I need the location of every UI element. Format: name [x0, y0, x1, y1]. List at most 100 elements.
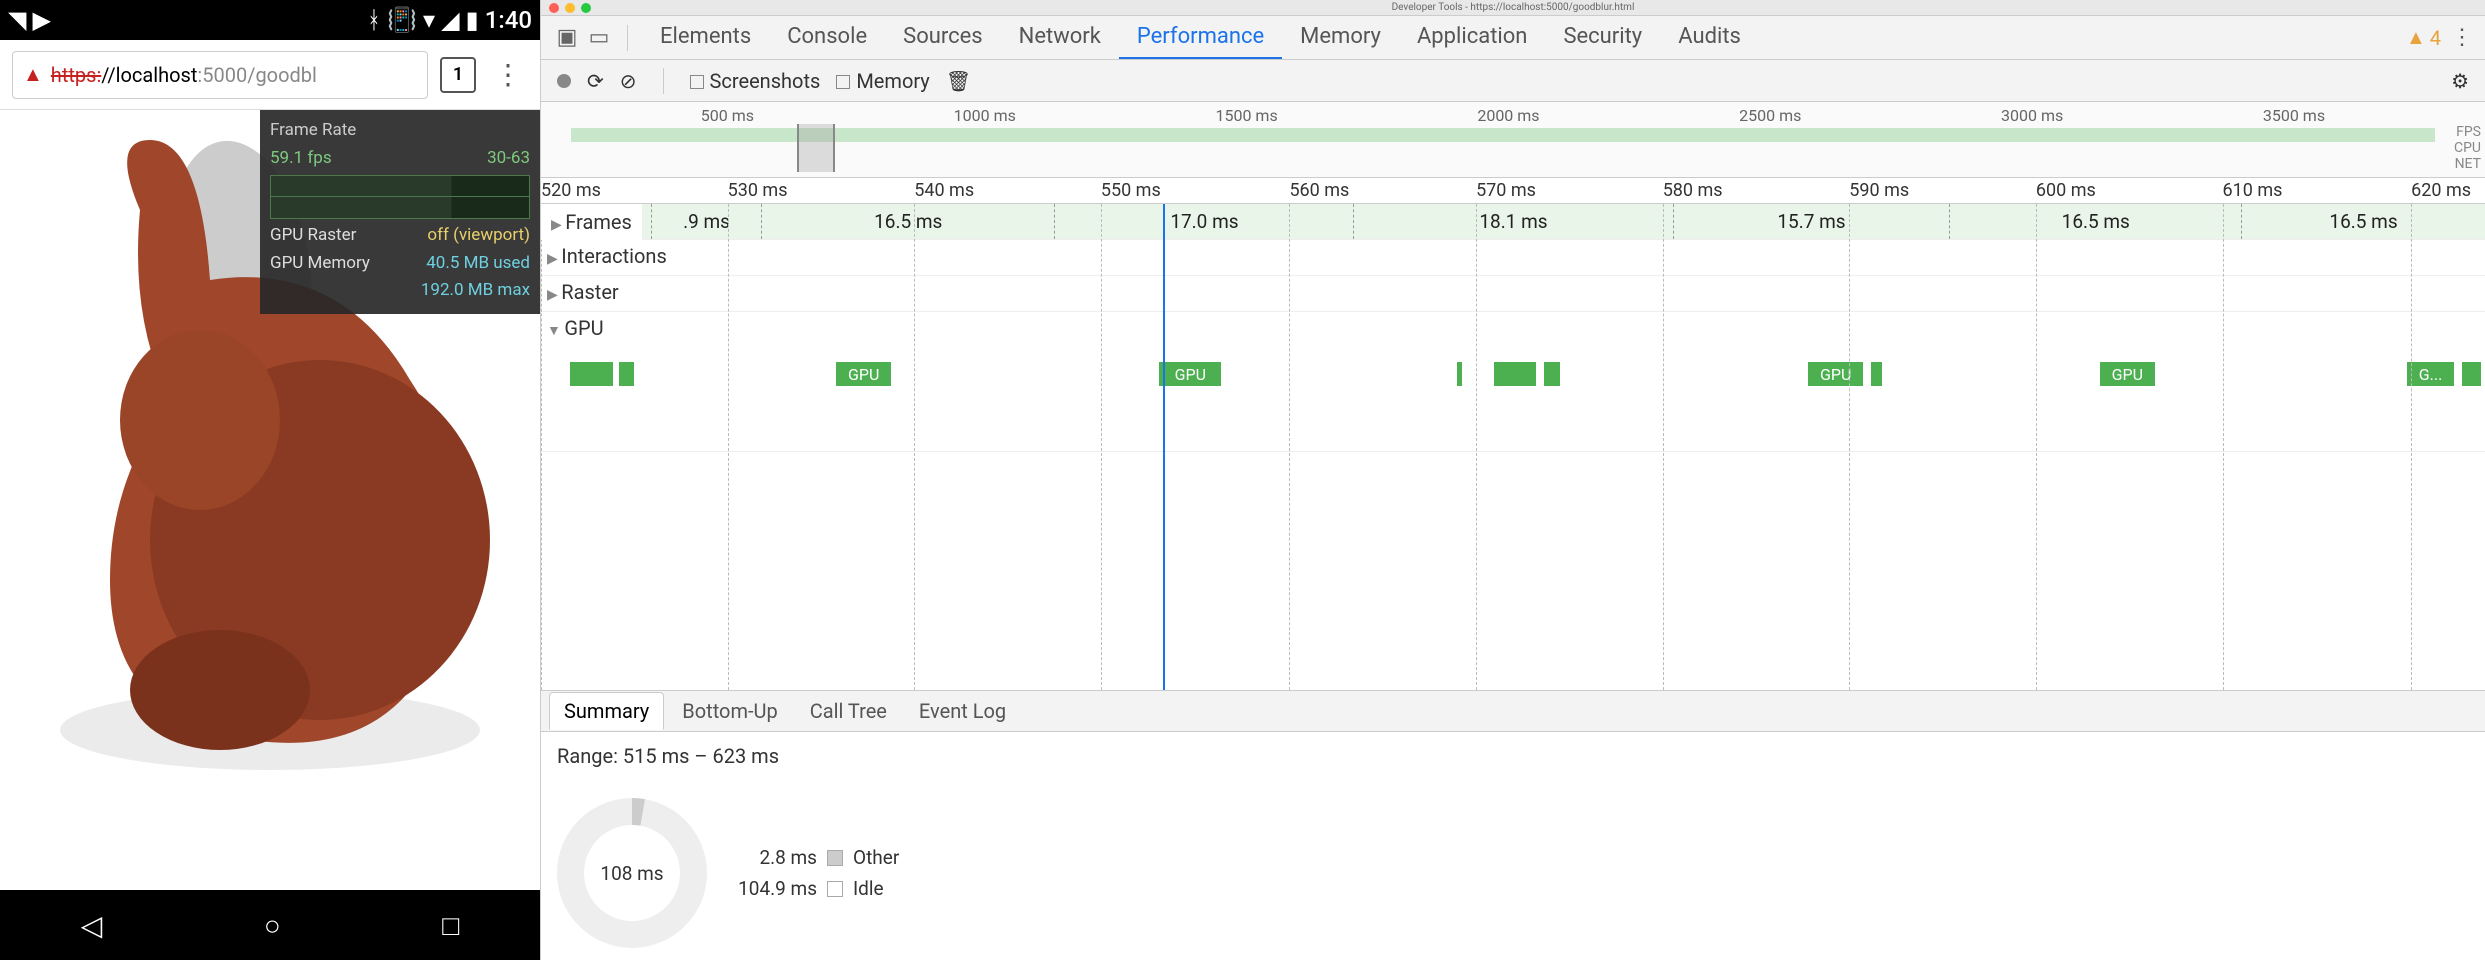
gpu-block[interactable] [1494, 362, 1537, 386]
reload-record-icon[interactable]: ⟳ [587, 69, 604, 93]
clear-icon[interactable]: ⊘ [620, 69, 637, 93]
hud-fps-range: 30-63 [487, 146, 530, 172]
frames-track-label[interactable]: Frames [541, 204, 642, 240]
raster-track[interactable]: Raster [541, 276, 2485, 312]
status-time: 1:40 [485, 6, 532, 34]
ruler-tick: 530 ms [728, 180, 788, 201]
grid-line [914, 204, 915, 690]
ruler-tick: 560 ms [1289, 180, 1349, 201]
screenshots-checkbox[interactable]: Screenshots [690, 69, 821, 93]
summary-pane: Range: 515 ms – 623 ms 108 ms 2.8 msOthe… [541, 732, 2485, 960]
url-host: //localhost [101, 63, 197, 87]
overview-tick: 1500 ms [1215, 106, 1277, 125]
overview-tick: 2000 ms [1477, 106, 1539, 125]
gpu-block[interactable] [1457, 362, 1463, 386]
timeline-overview[interactable]: 500 ms1000 ms1500 ms2000 ms2500 ms3000 m… [541, 102, 2485, 178]
tab-application[interactable]: Application [1399, 16, 1545, 59]
overview-selection[interactable] [797, 124, 835, 172]
summary-tab-event-log[interactable]: Event Log [905, 693, 1020, 729]
warnings-badge[interactable]: ▲ 4 [2406, 25, 2441, 50]
gpu-block[interactable]: GPU [1159, 362, 1221, 386]
raster-track-label[interactable]: Raster [547, 280, 619, 304]
gpu-block[interactable] [1871, 362, 1883, 386]
interactions-track[interactable]: Interactions [541, 240, 2485, 276]
browser-menu-button[interactable]: ⋮ [488, 58, 528, 91]
gpu-block[interactable] [570, 362, 613, 386]
tab-memory[interactable]: Memory [1282, 16, 1399, 59]
grid-line [1101, 204, 1102, 690]
tab-security[interactable]: Security [1545, 16, 1660, 59]
recents-button[interactable]: □ [442, 909, 459, 942]
summary-tab-bottom-up[interactable]: Bottom-Up [668, 693, 791, 729]
play-icon: ▶ [32, 6, 50, 34]
gpu-track-label[interactable]: GPU [547, 316, 604, 340]
close-window-icon[interactable] [549, 3, 559, 13]
time-ruler[interactable]: 520 ms530 ms540 ms550 ms560 ms570 ms580 … [541, 178, 2485, 204]
hud-gpu-mem-max: 192.0 MB max [421, 278, 530, 304]
grid-line [1476, 204, 1477, 690]
tab-network[interactable]: Network [1001, 16, 1119, 59]
summary-tab-summary[interactable]: Summary [549, 692, 664, 730]
url-bar[interactable]: ▲ https://localhost:5000/goodbl [12, 51, 428, 99]
inspect-element-icon[interactable]: ▣ [553, 24, 581, 52]
tab-switcher-button[interactable]: 1 [440, 57, 476, 93]
window-titlebar: Developer Tools - https://localhost:5000… [541, 0, 2485, 16]
flame-chart[interactable]: 520 ms530 ms540 ms550 ms560 ms570 ms580 … [541, 178, 2485, 690]
overview-tick: 3500 ms [2263, 106, 2325, 125]
ruler-tick: 600 ms [2036, 180, 2096, 201]
interactions-track-label[interactable]: Interactions [547, 244, 667, 268]
ruler-tick: 580 ms [1663, 180, 1723, 201]
summary-tab-call-tree[interactable]: Call Tree [796, 693, 901, 729]
gpu-block[interactable] [1544, 362, 1560, 386]
device-screenshot: ◥ ▶ ᚼ 📳 ▾ ◢ ▮ 1:40 ▲ https://localhost:5… [0, 0, 540, 960]
gpu-block[interactable] [619, 362, 635, 386]
window-title: Developer Tools - https://localhost:5000… [1392, 2, 1635, 13]
gpu-block[interactable]: G... [2407, 362, 2454, 386]
frame-cell[interactable]: 17.0 ms [1054, 204, 1353, 239]
gpu-track[interactable]: GPU GPU GPU GPU GPU G... [541, 312, 2485, 452]
garbage-collect-icon[interactable]: 🗑 [946, 69, 971, 93]
legend-row: 104.9 msIdle [737, 877, 899, 900]
gpu-block[interactable]: GPU [1808, 362, 1862, 386]
frames-track[interactable]: Frames .9 ms16.5 ms17.0 ms18.1 ms15.7 ms… [541, 204, 2485, 240]
frame-cell[interactable]: 18.1 ms [1353, 204, 1672, 239]
hud-gpu-raster-label: GPU Raster [270, 223, 356, 249]
wifi-icon: ▾ [423, 6, 435, 34]
frame-cell[interactable]: .9 ms [651, 204, 761, 239]
grid-line [2411, 204, 2412, 690]
fps-hud-overlay: Frame Rate 59.1 fps 30-63 GPU Raster off… [260, 110, 540, 314]
overview-tick: 3000 ms [2001, 106, 2063, 125]
ruler-tick: 590 ms [1849, 180, 1909, 201]
device-toggle-icon[interactable]: ▭ [585, 24, 613, 52]
ruler-tick: 610 ms [2223, 180, 2283, 201]
gpu-block[interactable] [2462, 362, 2481, 386]
ruler-tick: 520 ms [541, 180, 601, 201]
memory-checkbox[interactable]: Memory [836, 69, 929, 93]
hud-gpu-mem-label: GPU Memory [270, 251, 370, 277]
tab-sources[interactable]: Sources [885, 16, 1001, 59]
back-button[interactable]: ◁ [81, 909, 103, 942]
capture-settings-icon[interactable]: ⚙ [2451, 69, 2469, 93]
devtools-menu-icon[interactable]: ⋮ [2451, 25, 2473, 50]
tab-performance[interactable]: Performance [1119, 16, 1282, 59]
frame-cell[interactable]: 15.7 ms [1673, 204, 1950, 239]
zoom-window-icon[interactable] [581, 3, 591, 13]
traffic-lights[interactable] [549, 3, 591, 13]
devtools-window: Developer Tools - https://localhost:5000… [540, 0, 2485, 960]
frame-cell[interactable]: 16.5 ms [1949, 204, 2241, 239]
playhead[interactable] [1163, 204, 1165, 690]
record-button[interactable] [557, 74, 571, 88]
frame-cell[interactable]: 16.5 ms [2241, 204, 2485, 239]
minimize-window-icon[interactable] [565, 3, 575, 13]
tab-audits[interactable]: Audits [1660, 16, 1759, 59]
home-button[interactable]: ○ [264, 909, 281, 942]
gpu-block[interactable]: GPU [836, 362, 890, 386]
gpu-block[interactable]: GPU [2100, 362, 2154, 386]
tab-console[interactable]: Console [769, 16, 885, 59]
tab-elements[interactable]: Elements [642, 16, 769, 59]
hud-gpu-mem-used: 40.5 MB used [426, 251, 530, 277]
vibrate-icon: 📳 [387, 6, 417, 34]
frame-cell[interactable]: 16.5 ms [761, 204, 1054, 239]
overview-tick: 2500 ms [1739, 106, 1801, 125]
grid-line [728, 204, 729, 690]
